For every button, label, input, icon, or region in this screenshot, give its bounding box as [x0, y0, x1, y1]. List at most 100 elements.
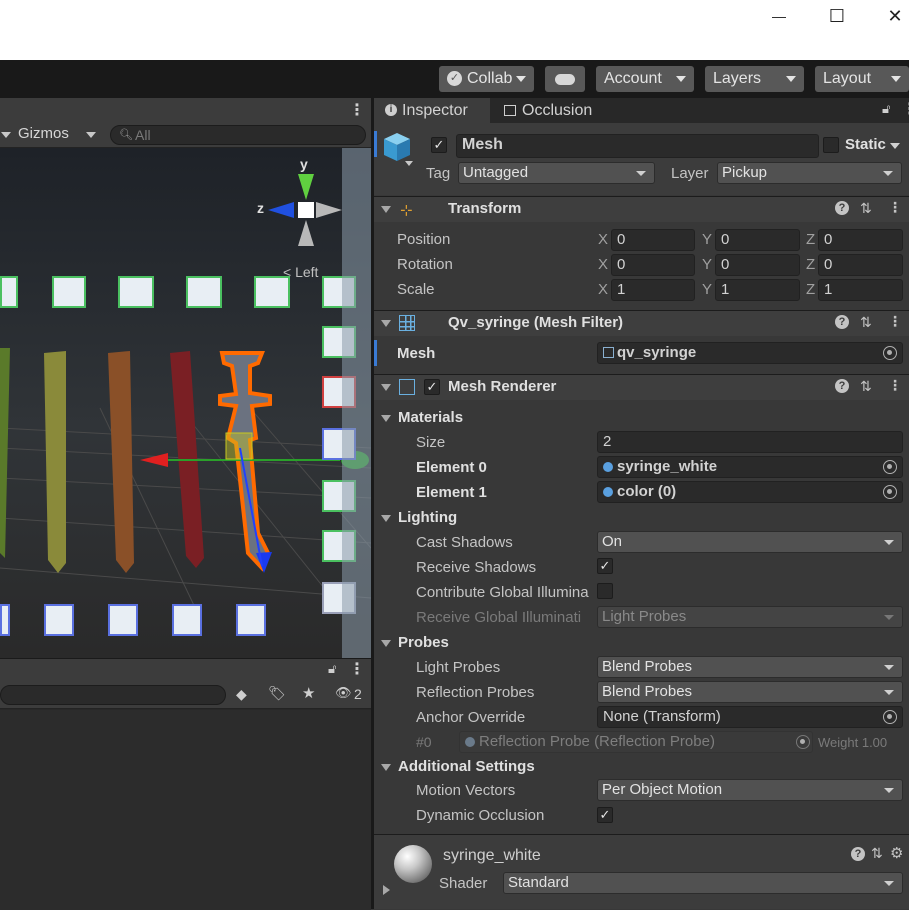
rotation-x-field[interactable]: 0	[611, 254, 695, 276]
project-search-input[interactable]	[0, 685, 226, 705]
object-picker-icon[interactable]	[883, 485, 897, 499]
scale-z-field[interactable]: 1	[818, 279, 903, 301]
materials-label[interactable]: Materials	[398, 409, 463, 426]
probes-label[interactable]: Probes	[398, 634, 449, 651]
cloud-button[interactable]	[545, 66, 585, 92]
tag-dropdown[interactable]: Untagged	[458, 162, 655, 184]
fold-arrow-icon[interactable]	[381, 320, 391, 327]
static-checkbox[interactable]	[823, 137, 839, 153]
filter-by-label-icon[interactable]: 🏷︎	[268, 685, 286, 702]
axis-z-label[interactable]: Z	[806, 231, 815, 248]
gizmo-down-cone[interactable]	[298, 220, 314, 246]
gizmo-x-cone[interactable]	[316, 202, 342, 218]
collab-button[interactable]: ✓ Collab	[439, 66, 534, 92]
more-options-icon[interactable]: ⋮	[888, 377, 902, 394]
scene-search-input[interactable]: 🔍︎ All	[110, 125, 366, 145]
materials-size-field[interactable]: 2	[597, 431, 903, 453]
axis-x-label[interactable]: X	[598, 231, 608, 248]
element1-field[interactable]: color (0)	[597, 481, 903, 503]
object-picker-icon[interactable]	[883, 710, 897, 724]
more-options-icon[interactable]: ⋮	[888, 199, 902, 216]
lighting-label[interactable]: Lighting	[398, 509, 457, 526]
help-icon[interactable]: ?	[835, 379, 849, 393]
presets-icon[interactable]: ⇅	[860, 200, 872, 217]
mesh-filter-header[interactable]: Qv_syringe (Mesh Filter) ? ⇅ ⋮	[374, 310, 909, 336]
chevron-down-icon[interactable]	[890, 143, 900, 149]
layout-dropdown[interactable]: Layout	[815, 66, 909, 92]
shader-dropdown[interactable]: Standard	[503, 872, 903, 894]
reflection-probes-dropdown[interactable]: Blend Probes	[597, 681, 903, 703]
presets-icon[interactable]: ⇅	[871, 845, 883, 862]
close-button[interactable]: ✕	[866, 0, 909, 32]
presets-icon[interactable]: ⇅	[860, 378, 872, 395]
active-checkbox[interactable]: ✓	[431, 137, 447, 153]
additional-settings-fold-icon[interactable]	[381, 764, 391, 771]
light-probes-dropdown[interactable]: Blend Probes	[597, 656, 903, 678]
materials-fold-icon[interactable]	[381, 415, 391, 422]
object-name-field[interactable]: Mesh	[456, 134, 819, 158]
layer-dropdown[interactable]: Pickup	[717, 162, 902, 184]
more-options-icon[interactable]: ⋮	[888, 313, 902, 330]
chevron-down-icon[interactable]	[1, 132, 11, 138]
transform-header[interactable]: ⊹ Transform ? ⇅ ⋮	[374, 196, 909, 222]
fold-arrow-icon[interactable]	[381, 206, 391, 213]
cast-shadows-dropdown[interactable]: On	[597, 531, 903, 553]
help-icon[interactable]: ?	[835, 201, 849, 215]
mesh-renderer-header[interactable]: ✓ Mesh Renderer ? ⇅ ⋮	[374, 374, 909, 400]
icon-dropdown-arrow[interactable]	[405, 161, 413, 166]
maximize-button[interactable]: ☐	[808, 0, 866, 32]
position-z-field[interactable]: 0	[818, 229, 903, 251]
receive-shadows-checkbox[interactable]: ✓	[597, 558, 613, 574]
contribute-gi-checkbox[interactable]	[597, 583, 613, 599]
mesh-renderer-enabled-checkbox[interactable]: ✓	[424, 379, 440, 395]
material-fold-icon[interactable]	[383, 885, 390, 895]
gizmo-z-cone[interactable]	[268, 202, 294, 218]
rotation-z-field[interactable]: 0	[818, 254, 903, 276]
help-icon[interactable]: ?	[835, 315, 849, 329]
element0-field[interactable]: syringe_white	[597, 456, 903, 478]
gizmo-center-cube[interactable]	[298, 202, 314, 218]
gizmos-button[interactable]: Gizmos	[18, 125, 69, 142]
dynamic-occlusion-checkbox[interactable]: ✓	[597, 807, 613, 823]
filter-by-type-icon[interactable]: ◆	[236, 686, 247, 703]
rotation-y-field[interactable]: 0	[715, 254, 800, 276]
layers-dropdown[interactable]: Layers	[705, 66, 804, 92]
axis-y-label[interactable]: Y	[702, 256, 712, 273]
axis-y-label[interactable]: Y	[702, 231, 712, 248]
minimize-button[interactable]: —	[750, 0, 808, 32]
help-icon[interactable]: ?	[851, 847, 865, 861]
gizmo-y-cone[interactable]	[298, 174, 314, 200]
tab-inspector[interactable]: i Inspector	[374, 98, 490, 123]
favorites-star-icon[interactable]: ★	[302, 684, 315, 702]
scale-x-field[interactable]: 1	[611, 279, 695, 301]
axis-z-label[interactable]: Z	[806, 281, 815, 298]
object-picker-icon[interactable]	[883, 346, 897, 360]
more-options-icon[interactable]: ⋮	[349, 100, 365, 120]
axis-y-label[interactable]: Y	[702, 281, 712, 298]
more-options-icon[interactable]: ⋮	[902, 99, 909, 119]
lock-icon[interactable]: 🔓︎	[328, 661, 336, 677]
axis-z-label[interactable]: Z	[806, 256, 815, 273]
fold-arrow-icon[interactable]	[381, 384, 391, 391]
position-x-field[interactable]: 0	[611, 229, 695, 251]
presets-icon[interactable]: ⇅	[860, 314, 872, 331]
lighting-fold-icon[interactable]	[381, 515, 391, 522]
scale-y-field[interactable]: 1	[715, 279, 800, 301]
mesh-field[interactable]: qv_syringe	[597, 342, 903, 364]
axis-x-label[interactable]: X	[598, 256, 608, 273]
motion-vectors-dropdown[interactable]: Per Object Motion	[597, 779, 903, 801]
anchor-override-field[interactable]: None (Transform)	[597, 706, 903, 728]
orientation-gizmo[interactable]: y z	[250, 154, 350, 254]
lock-icon[interactable]: 🔓︎	[882, 101, 890, 117]
account-dropdown[interactable]: Account	[596, 66, 694, 92]
axis-x-label[interactable]: X	[598, 281, 608, 298]
position-y-field[interactable]: 0	[715, 229, 800, 251]
gizmos-dropdown-icon[interactable]	[86, 132, 96, 138]
hidden-packages-icon[interactable]: 👁︎	[335, 685, 352, 701]
scene-viewport[interactable]: y z < Left	[0, 148, 371, 658]
more-options-icon[interactable]: ⋮	[349, 659, 365, 679]
static-label[interactable]: Static	[845, 136, 889, 153]
tab-occlusion[interactable]: Occlusion	[492, 98, 612, 123]
probes-fold-icon[interactable]	[381, 640, 391, 647]
gear-icon[interactable]: ⚙	[890, 844, 903, 862]
